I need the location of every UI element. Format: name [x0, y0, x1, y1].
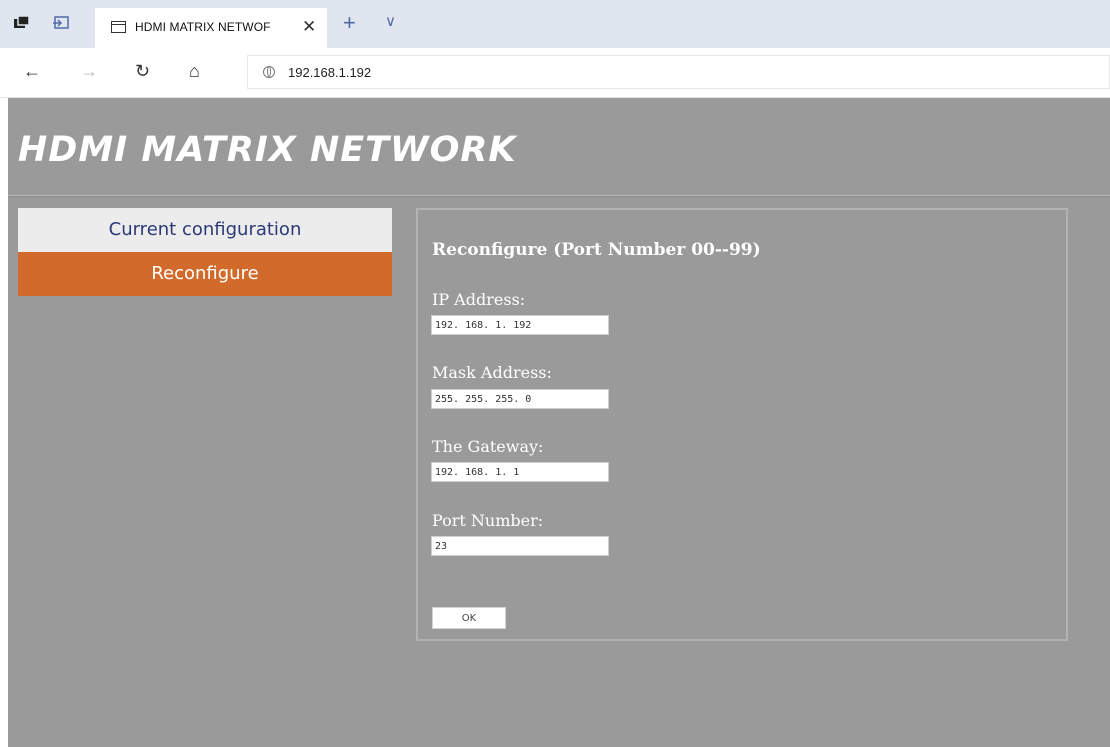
gateway-input[interactable]: [431, 462, 609, 482]
menu-item-current-configuration[interactable]: Current configuration: [18, 208, 392, 252]
forward-icon[interactable]: →: [80, 61, 98, 82]
web-page: HDMI MATRIX NETWORK Current configuratio…: [8, 98, 1110, 747]
tab-menu-chevron-icon[interactable]: ∨: [385, 12, 396, 30]
ok-button[interactable]: OK: [432, 607, 506, 629]
mask-address-input[interactable]: [431, 389, 609, 409]
side-menu: Current configuration Reconfigure: [18, 208, 392, 296]
page-icon: [111, 21, 126, 33]
close-tab-icon[interactable]: ✕: [302, 17, 316, 37]
browser-tab[interactable]: HDMI MATRIX NETWOF ✕: [95, 8, 327, 48]
port-number-input[interactable]: [431, 536, 609, 556]
mask-address-label: Mask Address:: [432, 363, 552, 382]
set-tabs-aside-icon[interactable]: [53, 16, 69, 30]
ip-address-input[interactable]: [431, 315, 609, 335]
home-icon[interactable]: ⌂: [189, 61, 200, 82]
port-number-label: Port Number:: [432, 511, 544, 530]
tab-title: HDMI MATRIX NETWOF: [135, 20, 271, 34]
gateway-label: The Gateway:: [432, 437, 544, 456]
reconfigure-panel: Reconfigure (Port Number 00--99) IP Addr…: [416, 208, 1068, 641]
new-tab-icon[interactable]: +: [343, 10, 356, 36]
url-text[interactable]: 192.168.1.192: [288, 65, 371, 80]
form-title: Reconfigure (Port Number 00--99): [432, 240, 761, 260]
globe-icon: [263, 66, 275, 78]
refresh-icon[interactable]: ↻: [135, 61, 150, 82]
page-title: HDMI MATRIX NETWORK: [18, 130, 517, 170]
header-divider: [8, 195, 1110, 197]
browser-tab-bar: HDMI MATRIX NETWOF ✕ + ∨: [0, 0, 1110, 48]
ip-address-label: IP Address:: [432, 290, 526, 309]
tab-actions-icon[interactable]: [14, 16, 30, 30]
browser-nav-bar: ← → ↻ ⌂ 192.168.1.192: [0, 48, 1110, 98]
menu-item-reconfigure[interactable]: Reconfigure: [18, 252, 392, 296]
address-bar[interactable]: 192.168.1.192: [247, 55, 1110, 89]
back-icon[interactable]: ←: [23, 61, 41, 82]
